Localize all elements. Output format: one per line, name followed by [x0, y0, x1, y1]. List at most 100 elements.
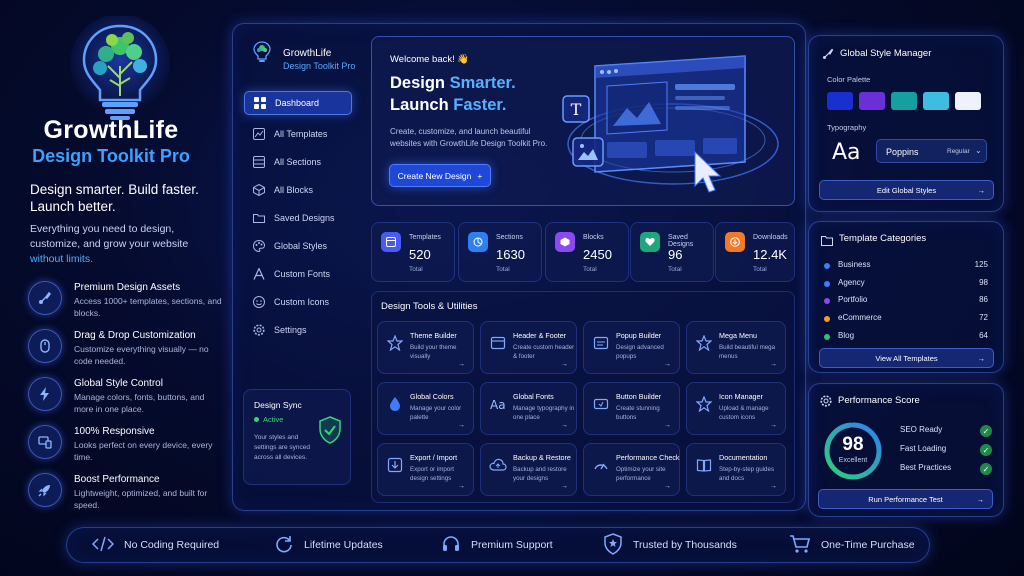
category-row[interactable]: Agency 98	[824, 278, 988, 292]
sidebar-item-icons[interactable]: Custom Icons	[244, 290, 352, 314]
tool-desc: Manage typography in one place	[513, 405, 575, 421]
category-count: 86	[979, 295, 988, 304]
tool-mega-menu[interactable]: Mega Menu Build beautiful mega menus →	[686, 321, 786, 374]
tool-global-colors[interactable]: Global Colors Manage your color palette …	[377, 382, 474, 435]
sidebar-item-saved[interactable]: Saved Designs	[244, 206, 352, 230]
category-row[interactable]: Business 125	[824, 260, 988, 274]
tool-desc: Create custom header & footer	[513, 344, 575, 360]
view-all-templates-button[interactable]: View All Templates →	[819, 348, 994, 368]
tool-desc: Manage your color palette	[410, 405, 462, 421]
arrow-right-icon: →	[977, 185, 986, 195]
welcome-text: Welcome back! 👋	[390, 54, 470, 65]
perf-check-label: SEO Ready	[900, 425, 943, 434]
sync-status-label: Active	[263, 415, 284, 424]
arrow-right-icon: →	[976, 494, 985, 504]
drop-icon	[386, 395, 404, 413]
benefit-item: Premium Support	[441, 533, 553, 557]
sidebar-item-dashboard[interactable]: Dashboard	[244, 91, 352, 115]
typography-sample: Aa	[832, 140, 861, 165]
tool-icon-manager[interactable]: Icon Manager Upload & manage custom icon…	[686, 382, 786, 435]
smile-icon	[253, 296, 265, 308]
sidebar-item-settings[interactable]: Settings	[244, 318, 352, 342]
tool-title: Global Fonts	[513, 392, 554, 401]
tool-desc: Export or import design settings	[410, 466, 455, 482]
tool-theme-builder[interactable]: Theme Builder Build your theme visually …	[377, 321, 474, 374]
button-label: View All Templates	[875, 353, 938, 363]
sidebar-item-label: Settings	[274, 325, 307, 335]
sidebar-item-styles[interactable]: Global Styles	[244, 234, 352, 258]
create-new-design-button[interactable]: Create New Design +	[389, 164, 491, 187]
run-performance-test-button[interactable]: Run Performance Test →	[818, 489, 993, 509]
font-icon	[253, 268, 265, 280]
category-row[interactable]: eCommerce 72	[824, 313, 988, 327]
feature-desc: Manage colors, fonts, buttons, and more …	[74, 392, 205, 414]
feature-item: Premium Design Assets Access 1000+ templ…	[28, 281, 222, 321]
tool-performance-check[interactable]: Performance Check Optimize your site per…	[583, 443, 680, 496]
sidebar-logo	[250, 40, 274, 64]
tool-header-footer[interactable]: Header & Footer Create custom header & f…	[480, 321, 577, 374]
popup-icon	[592, 334, 610, 352]
sidebar-item-label: All Blocks	[274, 185, 314, 195]
tool-title: Documentation	[719, 453, 768, 462]
check-icon: ✓	[980, 425, 992, 437]
typography-label: Typography	[827, 123, 867, 132]
category-name: Business	[838, 260, 871, 269]
button-label: Edit Global Styles	[876, 185, 937, 195]
category-row[interactable]: Blog 64	[824, 331, 988, 345]
tool-documentation[interactable]: Documentation Step-by-step guides and do…	[686, 443, 786, 496]
color-swatch[interactable]	[859, 92, 885, 110]
font-select[interactable]: Poppins Regular ⌄	[876, 139, 987, 163]
tool-title: Performance Check	[616, 453, 680, 462]
svg-text:T: T	[571, 100, 582, 119]
create-button-label: Create New Design	[397, 170, 472, 181]
stat-card-templates[interactable]: Templates 520 Total	[371, 222, 455, 282]
feature-desc: Customize everything visually — no code …	[74, 344, 209, 366]
feature-desc: Looks perfect on every device, every tim…	[74, 440, 213, 462]
menu-icon	[695, 334, 713, 352]
tool-export-import[interactable]: Export / Import Export or import design …	[377, 443, 474, 496]
lead-highlight: without limits.	[30, 253, 94, 265]
bolt-icon	[28, 377, 62, 411]
color-swatch[interactable]	[923, 92, 949, 110]
benefit-label: No Coding Required	[124, 539, 220, 551]
stat-card-blocks[interactable]: Blocks 2450 Total	[545, 222, 629, 282]
benefit-label: One-Time Purchase	[821, 539, 915, 551]
color-swatch[interactable]	[955, 92, 981, 110]
tool-popup-builder[interactable]: Popup Builder Design advanced popups →	[583, 321, 680, 374]
sections-icon	[253, 156, 265, 168]
stat-card-downloads[interactable]: Downloads 12.4K Total	[715, 222, 795, 282]
tool-backup-restore[interactable]: Backup & Restore Backup and restore your…	[480, 443, 577, 496]
category-row[interactable]: Portfolio 86	[824, 295, 988, 309]
sidebar-item-fonts[interactable]: Custom Fonts	[244, 262, 352, 286]
categories-title: Template Categories	[839, 233, 927, 244]
hero-heading: Design Smarter. Launch Faster.	[390, 72, 516, 116]
stat-sub: Total	[496, 266, 510, 273]
feature-desc: Lightweight, optimized, and built for sp…	[74, 488, 208, 510]
stat-card-sections[interactable]: Sections 1630 Total	[458, 222, 542, 282]
hero-line1-a: Design	[390, 74, 450, 92]
gauge-icon	[592, 456, 610, 474]
stat-label: Saved Designs	[668, 234, 694, 248]
arrow-right-icon: →	[770, 361, 777, 368]
svg-text:Aa: Aa	[490, 398, 506, 412]
tool-button-builder[interactable]: Button Builder Create stunning buttons →	[583, 382, 680, 435]
sidebar-item-templates[interactable]: All Templates	[244, 122, 352, 146]
sidebar-item-blocks[interactable]: All Blocks	[244, 178, 352, 202]
color-swatch[interactable]	[891, 92, 917, 110]
feature-title: Premium Design Assets	[74, 282, 181, 293]
stat-sub: Total	[409, 266, 423, 273]
heart-icon	[640, 232, 660, 252]
tool-title: Theme Builder	[410, 331, 457, 340]
headset-icon	[441, 534, 461, 557]
stat-card-saved[interactable]: Saved Designs 96 Total	[630, 222, 714, 282]
sync-desc: Your styles and settings are synced acro…	[254, 434, 311, 461]
color-swatch[interactable]	[827, 92, 853, 110]
sidebar-item-sections[interactable]: All Sections	[244, 150, 352, 174]
status-dot	[254, 417, 259, 422]
hero-line1-b: Smarter.	[449, 74, 516, 92]
edit-global-styles-button[interactable]: Edit Global Styles →	[819, 180, 994, 200]
arrow-right-icon: →	[770, 483, 777, 490]
category-dot	[824, 316, 830, 322]
stat-label: Templates	[409, 234, 441, 241]
tool-global-fonts[interactable]: Aa Global Fonts Manage typography in one…	[480, 382, 577, 435]
